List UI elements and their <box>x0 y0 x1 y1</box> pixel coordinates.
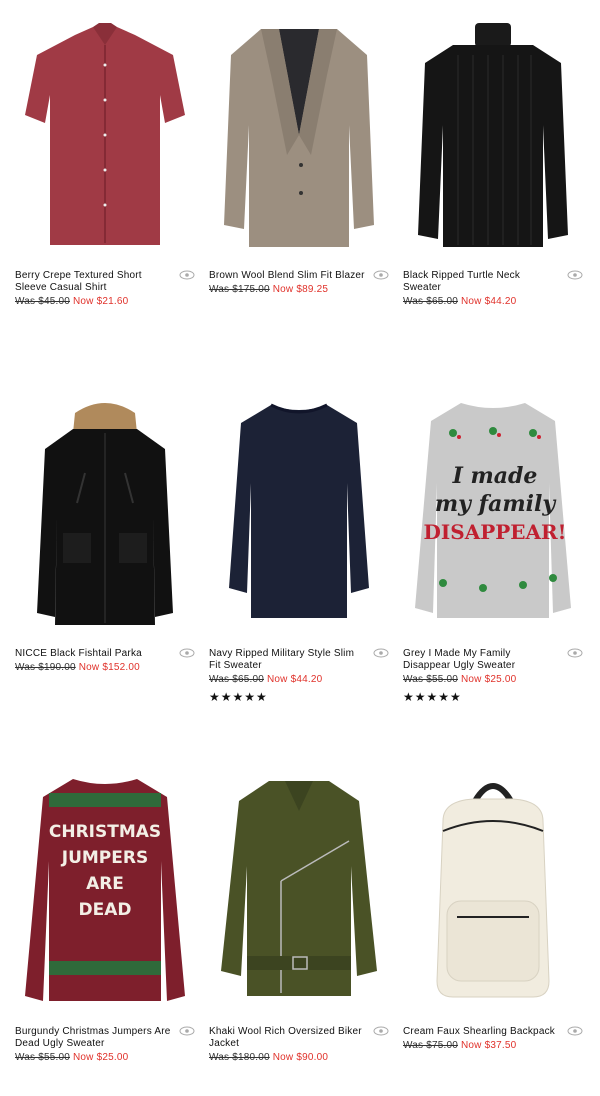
rating-stars: ★★★★★ <box>209 690 268 704</box>
eye-icon[interactable] <box>567 270 583 280</box>
product-card[interactable]: I made my family DISAPPEAR! Grey I Made … <box>403 393 583 703</box>
product-card[interactable]: Brown Wool Blend Slim Fit Blazer Was $17… <box>209 15 389 296</box>
product-card[interactable]: Cream Faux Shearling Backpack Was $75.00… <box>403 771 583 1052</box>
eye-icon[interactable] <box>567 648 583 658</box>
product-price: Was $175.00 Now $89.25 <box>209 284 365 296</box>
product-image[interactable] <box>209 15 389 255</box>
now-price: Now $44.20 <box>266 674 323 685</box>
product-card[interactable]: Berry Crepe Textured Short Sleeve Casual… <box>15 15 195 308</box>
product-image[interactable] <box>15 15 195 255</box>
sweater-text-line: DISAPPEAR! <box>424 520 567 544</box>
sweater-text-line: DEAD <box>79 900 132 920</box>
was-price: Was $75.00 <box>403 1040 458 1051</box>
now-price: Now $89.25 <box>272 284 329 295</box>
product-name[interactable]: Burgundy Christmas Jumpers Are Dead Ugly… <box>15 1026 171 1050</box>
product-card[interactable]: Navy Ripped Military Style Slim Fit Swea… <box>209 393 389 703</box>
eye-icon[interactable] <box>373 270 389 280</box>
now-price: Now $90.00 <box>272 1052 329 1063</box>
product-image[interactable] <box>403 15 583 255</box>
product-image[interactable] <box>209 393 389 633</box>
sweater-text-line: ARE <box>86 874 124 894</box>
product-image[interactable] <box>403 771 583 1011</box>
now-price: Now $25.00 <box>72 1052 129 1063</box>
product-grid: Berry Crepe Textured Short Sleeve Casual… <box>0 0 600 1096</box>
product-name[interactable]: Black Ripped Turtle Neck Sweater <box>403 270 559 294</box>
sweater-text-line: CHRISTMAS <box>49 822 161 842</box>
was-price: Was $190.00 <box>15 662 76 673</box>
product-image[interactable] <box>209 771 389 1011</box>
product-card[interactable]: CHRISTMAS JUMPERS ARE DEAD Burgundy Chri… <box>15 771 195 1064</box>
was-price: Was $180.00 <box>209 1052 270 1063</box>
product-card[interactable]: NICCE Black Fishtail Parka Was $190.00 N… <box>15 393 195 674</box>
product-price: Was $65.00 Now $44.20 <box>209 674 365 686</box>
product-image[interactable]: I made my family DISAPPEAR! <box>403 393 583 633</box>
product-card[interactable]: Khaki Wool Rich Oversized Biker Jacket W… <box>209 771 389 1064</box>
product-name[interactable]: NICCE Black Fishtail Parka <box>15 648 171 660</box>
was-price: Was $45.00 <box>15 296 70 307</box>
product-price: Was $65.00 Now $44.20 <box>403 296 559 308</box>
eye-icon[interactable] <box>179 648 195 658</box>
product-name[interactable]: Navy Ripped Military Style Slim Fit Swea… <box>209 648 365 672</box>
eye-icon[interactable] <box>567 1026 583 1036</box>
was-price: Was $55.00 <box>15 1052 70 1063</box>
was-price: Was $175.00 <box>209 284 270 295</box>
eye-icon[interactable] <box>373 648 389 658</box>
product-card[interactable]: Black Ripped Turtle Neck Sweater Was $65… <box>403 15 583 308</box>
eye-icon[interactable] <box>373 1026 389 1036</box>
product-price: Was $45.00 Now $21.60 <box>15 296 171 308</box>
product-image[interactable] <box>15 393 195 633</box>
sweater-text-line: my family <box>435 491 557 517</box>
now-price: Now $21.60 <box>72 296 129 307</box>
was-price: Was $55.00 <box>403 674 458 685</box>
eye-icon[interactable] <box>179 270 195 280</box>
product-price: Was $190.00 Now $152.00 <box>15 662 171 674</box>
product-name[interactable]: Brown Wool Blend Slim Fit Blazer <box>209 270 365 282</box>
product-price: Was $55.00 Now $25.00 <box>15 1052 171 1064</box>
now-price: Now $44.20 <box>460 296 517 307</box>
was-price: Was $65.00 <box>403 296 458 307</box>
product-name[interactable]: Khaki Wool Rich Oversized Biker Jacket <box>209 1026 365 1050</box>
now-price: Now $152.00 <box>78 662 140 673</box>
was-price: Was $65.00 <box>209 674 264 685</box>
product-name[interactable]: Grey I Made My Family Disappear Ugly Swe… <box>403 648 559 672</box>
sweater-text-line: JUMPERS <box>61 848 148 868</box>
rating-stars: ★★★★★ <box>403 690 462 704</box>
now-price: Now $37.50 <box>460 1040 517 1051</box>
eye-icon[interactable] <box>179 1026 195 1036</box>
product-price: Was $55.00 Now $25.00 <box>403 674 559 686</box>
now-price: Now $25.00 <box>460 674 517 685</box>
product-name[interactable]: Cream Faux Shearling Backpack <box>403 1026 559 1038</box>
product-image[interactable]: CHRISTMAS JUMPERS ARE DEAD <box>15 771 195 1011</box>
product-name[interactable]: Berry Crepe Textured Short Sleeve Casual… <box>15 270 171 294</box>
product-price: Was $180.00 Now $90.00 <box>209 1052 365 1064</box>
product-price: Was $75.00 Now $37.50 <box>403 1040 559 1052</box>
sweater-text-line: I made <box>452 463 538 489</box>
